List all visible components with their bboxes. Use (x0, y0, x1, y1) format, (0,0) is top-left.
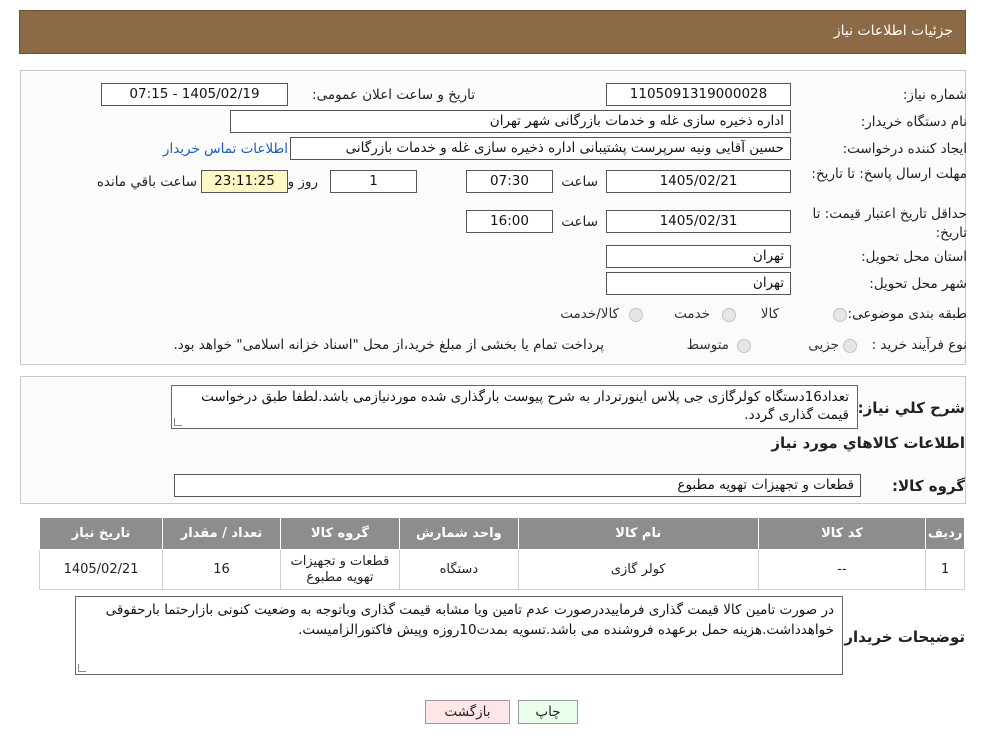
col-item-code: کد کالا (757, 517, 927, 550)
validity-time-field: 16:00 (466, 210, 553, 233)
goods-group-field: قطعات و تجهیزات تهویه مطبوع (174, 474, 861, 497)
page-title: جزئیات اطلاعات نیاز (833, 23, 953, 39)
cell-item-code: -- (757, 549, 927, 590)
process-radio-minor[interactable] (843, 339, 857, 353)
buyer-notes-content: در صورت تامین کالا قیمت گذاری فرمایید‌در… (105, 602, 834, 638)
cell-quantity: 16 (162, 549, 281, 590)
buyer-label: نام دستگاه خریدار: (860, 114, 967, 130)
process-radio-medium[interactable] (737, 339, 751, 353)
process-option-medium: متوسط (686, 337, 729, 353)
city-label: شهر محل تحویل: (869, 276, 967, 292)
process-label: نوع فرآیند خرید : (871, 337, 967, 353)
category-option-goods-service: کالا/خدمت (560, 306, 619, 322)
description-content: تعداد16دستگاه کولرگازی جی پلاس اینورتردا… (201, 389, 849, 423)
remaining-time-field: 23:11:25 (201, 170, 288, 193)
need-number-label: شماره نیاز: (902, 87, 967, 103)
province-label: استان محل تحویل: (861, 249, 967, 265)
need-number-field: 1105091319000028 (606, 83, 791, 106)
buyer-contact-link[interactable]: اطلاعات تماس خریدار (163, 141, 288, 157)
cell-unit: دستگاه (398, 549, 519, 590)
resize-grip-icon[interactable] (78, 664, 86, 672)
table-row: 1 -- کولر گازی دستگاه قطعات و تجهیزات ته… (38, 549, 965, 590)
col-goods-group: گروه کالا (279, 517, 400, 550)
days-field: 1 (330, 170, 417, 193)
resize-grip-icon[interactable] (174, 418, 182, 426)
description-label: شرح کلي نياز: (857, 399, 965, 417)
category-option-service: خدمت (674, 306, 710, 322)
col-quantity: تعداد / مقدار (162, 517, 281, 550)
items-table: ردیف کد کالا نام کالا واحد شمارش گروه کا… (38, 517, 965, 590)
col-need-date: تاریخ نیاز (38, 517, 164, 550)
cell-row-number: 1 (925, 549, 965, 590)
category-option-goods: کالا (760, 306, 779, 322)
buyer-field: اداره ذخیره سازی غله و خدمات بازرگانی شه… (230, 110, 791, 133)
process-note: پرداخت تمام یا بخشی از مبلغ خرید،از محل … (173, 337, 604, 353)
deadline-date-field: 1405/02/21 (606, 170, 791, 193)
col-item-name: نام کالا (517, 517, 759, 550)
process-option-minor: جزیی (808, 337, 839, 353)
city-field: تهران (606, 272, 791, 295)
goods-info-title: اطلاعات کالاهاي مورد نياز (771, 434, 965, 452)
cell-need-date: 1405/02/21 (38, 549, 164, 590)
announce-datetime-field: 1405/02/19 - 07:15 (101, 83, 288, 106)
remaining-label: ساعت باقي مانده (96, 174, 197, 190)
validity-time-label: ساعت (561, 214, 598, 230)
creator-field: حسین آقایی ونیه سرپرست پشتیبانی اداره ذخ… (290, 137, 791, 160)
deadline-label: مهلت ارسال پاسخ: تا تاریخ: (811, 166, 967, 182)
creator-label: ایجاد کننده درخواست: (842, 141, 967, 157)
cell-item-name: کولر گازی (517, 549, 759, 590)
category-radio-goods[interactable] (833, 308, 847, 322)
days-label: روز و (287, 174, 318, 190)
province-field: تهران (606, 245, 791, 268)
print-button[interactable]: چاپ (518, 700, 578, 724)
deadline-time-label: ساعت (561, 174, 598, 190)
announce-label: تاریخ و ساعت اعلان عمومی: (312, 87, 475, 103)
validity-date-field: 1405/02/31 (606, 210, 791, 233)
category-radio-service[interactable] (722, 308, 736, 322)
buyer-notes-text: در صورت تامین کالا قیمت گذاری فرمایید‌در… (75, 596, 843, 675)
description-text: تعداد16دستگاه کولرگازی جی پلاس اینورتردا… (171, 385, 858, 429)
validity-label: حداقل تاریخ اعتبار قیمت: تا تاریخ: (812, 206, 967, 241)
goods-group-label: گروه کالا: (892, 477, 965, 495)
col-row-number: ردیف (925, 517, 965, 550)
deadline-time-field: 07:30 (466, 170, 553, 193)
category-label: طبقه بندی موضوعی: (847, 306, 967, 322)
page-header: جزئیات اطلاعات نیاز (19, 10, 966, 54)
back-button[interactable]: بازگشت (425, 700, 510, 724)
buyer-notes-label: توضیحات خریدار: (838, 628, 965, 646)
table-header-row: ردیف کد کالا نام کالا واحد شمارش گروه کا… (38, 517, 965, 550)
cell-goods-group: قطعات و تجهیزات تهویه مطبوع (279, 549, 400, 590)
col-unit: واحد شمارش (398, 517, 519, 550)
category-radio-goods-service[interactable] (629, 308, 643, 322)
